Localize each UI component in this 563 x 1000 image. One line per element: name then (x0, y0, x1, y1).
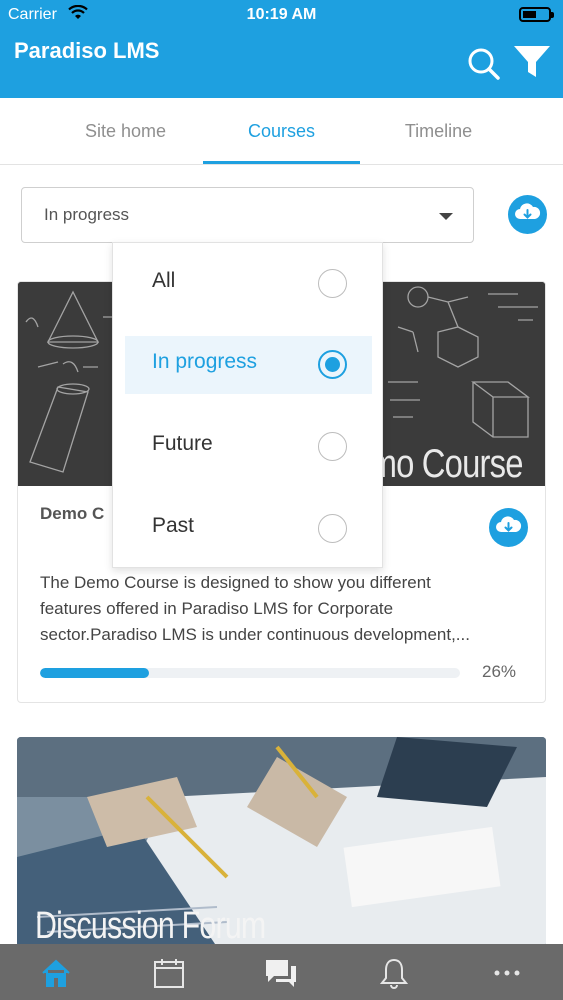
battery-icon (519, 7, 554, 22)
cloud-download-icon (515, 203, 541, 219)
caret-down-icon (439, 213, 453, 220)
course-progress-bar (40, 668, 460, 678)
radio-button[interactable] (318, 350, 347, 379)
bell-icon[interactable] (377, 956, 411, 990)
course-description: The Demo Course is designed to show you … (40, 570, 535, 648)
download-all-button[interactable] (508, 195, 547, 234)
course-filter-select[interactable]: In progress (21, 187, 474, 243)
course-card[interactable]: Discussion Forum (17, 737, 546, 947)
messages-icon[interactable] (264, 956, 298, 990)
filter-option-label: In progress (152, 350, 258, 373)
home-icon[interactable] (39, 956, 73, 990)
filter-dropdown: All In progress Future Past (112, 242, 383, 568)
course-filter-value: In progress (44, 205, 130, 224)
tab-courses[interactable]: Courses (203, 98, 360, 164)
active-tab-indicator (203, 161, 360, 164)
course-description-line: sector.Paradiso LMS is under continuous … (40, 625, 470, 644)
calendar-icon[interactable] (152, 956, 186, 990)
course-download-button[interactable] (489, 508, 528, 547)
filter-option-label: Past (152, 514, 195, 537)
status-bar: Carrier 10:19 AM (0, 0, 563, 30)
filter-option-label: All (152, 269, 176, 292)
course-progress-fill (40, 668, 150, 678)
app-title: Paradiso LMS (14, 38, 160, 63)
search-icon[interactable] (466, 46, 502, 82)
bottom-nav (0, 944, 563, 1000)
filter-option-in-progress[interactable]: In progress (125, 336, 372, 394)
radio-button[interactable] (318, 269, 347, 298)
filter-icon[interactable] (512, 44, 552, 80)
course-title[interactable]: Demo C (40, 504, 104, 524)
filter-option-future[interactable]: Future (125, 418, 372, 476)
course-description-line: The Demo Course is designed to show you … (40, 573, 431, 592)
cloud-download-icon (496, 516, 522, 532)
filter-option-label: Future (152, 432, 213, 455)
course-description-line: features offered in Paradiso LMS for Cor… (40, 599, 394, 618)
status-time: 10:19 AM (246, 6, 317, 23)
more-icon[interactable] (490, 956, 524, 990)
course-image-title: mo Course (369, 442, 524, 486)
course-image-title: Discussion Forum (35, 905, 266, 947)
radio-button[interactable] (318, 514, 347, 543)
tab-site-home[interactable]: Site home (47, 98, 204, 164)
course-progress-label: 26% (482, 662, 517, 681)
tab-bar: Site home Courses Timeline (0, 98, 563, 165)
app-bar: Carrier 10:19 AM Paradiso LMS (0, 0, 563, 98)
filter-option-past[interactable]: Past (125, 500, 372, 558)
radio-button[interactable] (318, 432, 347, 461)
tab-timeline[interactable]: Timeline (360, 98, 517, 164)
filter-option-all[interactable]: All (125, 255, 372, 313)
